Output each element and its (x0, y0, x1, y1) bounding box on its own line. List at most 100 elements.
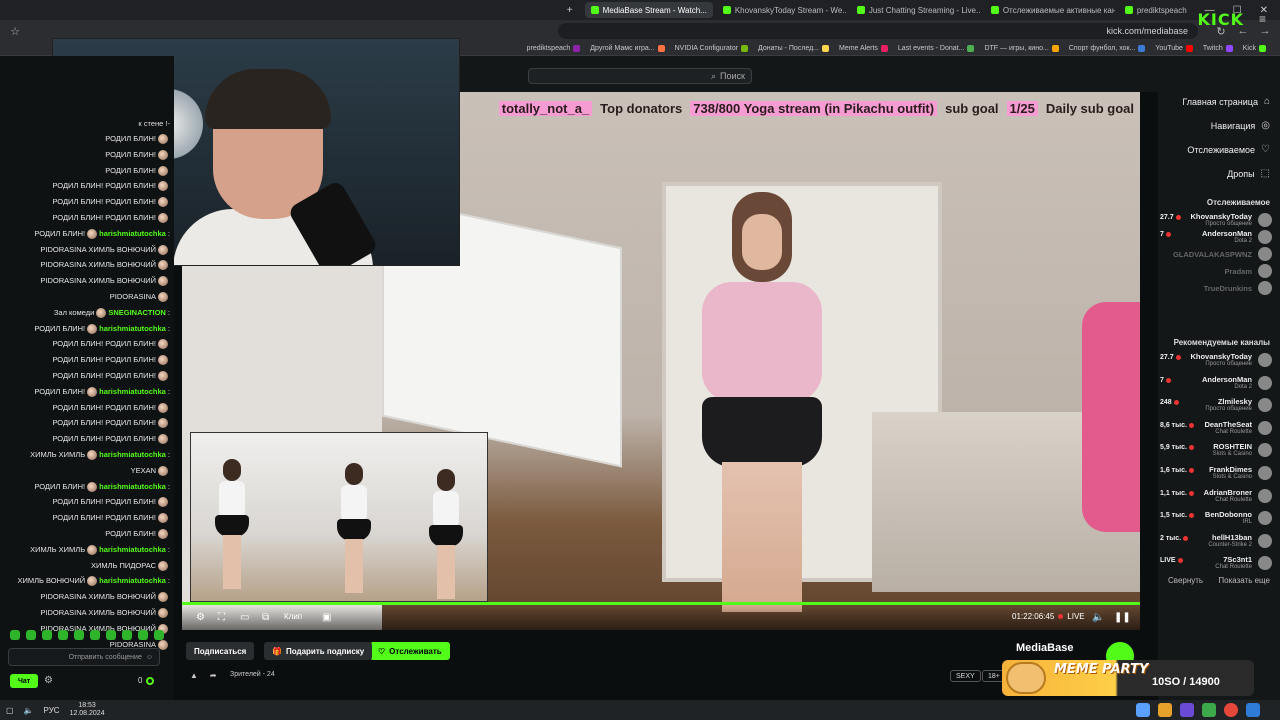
chat-username[interactable]: harishmiatutochka (99, 576, 166, 585)
bookmark-item[interactable]: NVIDIA Configurator (675, 45, 749, 52)
streamer-name[interactable]: MediaBase (1016, 642, 1073, 654)
browser-tab[interactable]: prediktspeach (1119, 2, 1193, 18)
channel-item[interactable]: ROSHTEIN Slots & Casino 5,9 тыс. (1160, 440, 1272, 462)
channel-name: hellH13ban (1211, 532, 1252, 542)
volume-icon[interactable]: 🔈 (1092, 612, 1104, 623)
chat-username[interactable]: harishmiatutochka (99, 229, 166, 238)
channel-item[interactable]: FrankDimes Slots & Casino 1,6 тыс. (1160, 463, 1272, 485)
chat-text: РОДИЛ БЛИН! (105, 134, 156, 143)
channel-item[interactable]: hellH13ban Counter-Strike 2 2 тыс. (1160, 531, 1272, 553)
sidebar-nav-item[interactable]: Главная страница ⌂ (1182, 96, 1270, 107)
volume-tray-icon[interactable]: 🔈 (24, 706, 34, 715)
channel-item[interactable]: BenDobonno IRL 1,5 тыс. (1160, 508, 1272, 530)
settings-icon[interactable]: ⚙ (196, 612, 205, 623)
channel-item[interactable]: TrueDrunkins (1160, 278, 1272, 300)
browser-tab[interactable]: Отслеживаемые активные кан... (985, 2, 1115, 18)
bookmark-item[interactable]: Twitch (1203, 45, 1233, 52)
collapse-link[interactable]: Свернуть (1168, 576, 1203, 585)
channel-category: IRL (1242, 519, 1252, 526)
sidebar-nav-item[interactable]: Отслеживаемое ♡ (1187, 144, 1270, 155)
bookmark-item[interactable]: Спорт фунбол, хок... (1069, 45, 1146, 52)
clip-button[interactable]: Клип (284, 612, 302, 621)
channel-item[interactable]: 7Sc3nt1 Chat Roulette LIVE (1160, 553, 1272, 575)
browser-tab[interactable]: Just Chatting Streaming - Live... (851, 2, 981, 18)
channel-item[interactable]: KhovanskyToday Просто общение 27.7 (1160, 350, 1272, 372)
emote-icon[interactable] (106, 630, 116, 640)
stream-progress-bar[interactable] (182, 602, 1140, 605)
chat-username[interactable]: harishmiatutochka (99, 324, 166, 333)
search-input[interactable]: ⌕ Поиск (528, 68, 752, 84)
clock-date: 12.08.2024 (69, 710, 105, 717)
chat-message: РОДИЛ БЛИН! harishmiatutochka : (34, 228, 170, 239)
browser-tab[interactable]: KhovanskyToday Stream - We... (717, 2, 847, 18)
scene-chair (1082, 302, 1140, 532)
back-icon[interactable]: → (1258, 25, 1272, 37)
cast-icon[interactable]: ▣ (322, 612, 331, 623)
emote-icon[interactable] (26, 630, 36, 640)
gift-sub-button[interactable]: 🎁 Подарить подписку (264, 642, 373, 660)
sidebar-nav-item[interactable]: Навигация ◎ (1211, 120, 1270, 131)
kick-logo[interactable]: KICK (1198, 10, 1245, 29)
chat-username[interactable]: SNEGINACTION (108, 308, 166, 317)
channel-item[interactable]: DeanTheSeat Chat Roulette 8,6 тыс. (1160, 418, 1272, 440)
chrome-icon[interactable] (1224, 703, 1238, 717)
clock[interactable]: 18:53 12.08.2024 (70, 702, 105, 718)
bookmark-item[interactable]: prediktspeach (527, 45, 581, 52)
emote-icon[interactable] (138, 630, 148, 640)
emote-icon[interactable] (74, 630, 84, 640)
chat-settings-icon[interactable]: ⚙ (44, 675, 53, 686)
emote-icon[interactable] (58, 630, 68, 640)
app-icon[interactable] (1136, 703, 1150, 717)
notification-icon[interactable]: ▢ (6, 706, 14, 715)
fullscreen-icon[interactable]: ⛶ (218, 612, 225, 623)
chat-username[interactable]: harishmiatutochka (99, 482, 166, 491)
emote-icon (158, 292, 168, 302)
chat-username[interactable]: harishmiatutochka (99, 387, 166, 396)
app-icon[interactable] (1246, 703, 1260, 717)
emote-icon[interactable] (154, 630, 164, 640)
pause-icon[interactable]: ❚❚ (1114, 612, 1131, 623)
url-field[interactable]: kick.com/mediabase (558, 23, 1198, 39)
emoji-icon[interactable]: ☺ (146, 654, 153, 661)
tag-chip[interactable]: SEXY (950, 670, 981, 682)
bookmark-item[interactable]: Last events - Donat... (898, 45, 975, 52)
channel-item[interactable]: AdrianBroner Chat Roulette 1,1 тыс. (1160, 486, 1272, 508)
show-more-link[interactable]: Показать еще (1218, 576, 1270, 585)
bookmark-item[interactable]: Meme Alerts (839, 45, 888, 52)
chat-input[interactable]: Отправить сообщение ☺ (8, 648, 160, 666)
app-icon[interactable] (1180, 703, 1194, 717)
language-indicator[interactable]: РУС (44, 706, 60, 715)
channel-item[interactable]: Zlmilesky Просто общение 248 (1160, 395, 1272, 417)
sidebar-nav-item[interactable]: Дропы ⬚ (1227, 168, 1270, 179)
app-icon[interactable] (1158, 703, 1172, 717)
emote-icon[interactable] (122, 630, 132, 640)
channel-points[interactable]: 0 (138, 676, 155, 685)
subscribe-button[interactable]: Подписаться (186, 642, 255, 660)
chat-username[interactable]: harishmiatutochka (99, 450, 166, 459)
bookmark-item[interactable]: YouTube (1155, 45, 1193, 52)
browser-tab[interactable]: MediaBase Stream - Watch... (584, 2, 713, 18)
app-icon[interactable] (1202, 703, 1216, 717)
channel-avatar (1258, 213, 1272, 227)
emote-icon[interactable] (90, 630, 100, 640)
channel-category: Slots & Casino (1212, 451, 1252, 458)
viewer-count-text: 5,9 тыс. (1160, 444, 1187, 452)
channel-item[interactable]: AndersonMan Dota 2 7 (1160, 373, 1272, 395)
emote-icon[interactable] (42, 630, 52, 640)
bookmark-favicon-icon (822, 45, 829, 52)
bookmark-item[interactable]: DTF — игры, кино... (984, 45, 1059, 52)
report-icon[interactable]: ▲ (190, 671, 198, 680)
bookmark-item[interactable]: Kick (1243, 45, 1266, 52)
bookmark-item[interactable]: Донаты - Послед... (758, 45, 829, 52)
theater-mode-icon[interactable]: ▭ (240, 612, 249, 623)
menu-icon[interactable]: ≡ (1259, 12, 1266, 26)
emote-icon[interactable] (10, 630, 20, 640)
bookmark-item[interactable]: Другой Мамс игра... (590, 45, 665, 52)
pip-icon[interactable]: ⧉ (262, 612, 269, 623)
share-icon[interactable]: ➦ (210, 671, 217, 680)
follow-button[interactable]: ♡ Отслеживать (370, 642, 450, 660)
chat-send-button[interactable]: Чат (10, 674, 39, 688)
new-tab-icon[interactable]: + (561, 5, 579, 16)
bookmark-star-icon[interactable]: ☆ (8, 25, 22, 38)
chat-username[interactable]: harishmiatutochka (99, 545, 166, 554)
